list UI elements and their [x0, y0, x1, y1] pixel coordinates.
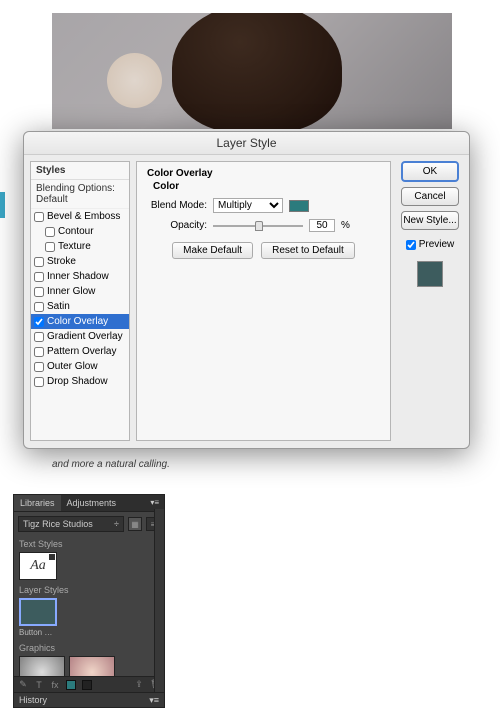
cloud-icon[interactable]: ✎ — [18, 679, 28, 690]
layer-style-dialog: Layer Style Styles Blending Options: Def… — [23, 131, 470, 449]
style-label: Stroke — [47, 256, 76, 267]
style-item-color-overlay[interactable]: Color Overlay — [31, 314, 129, 329]
style-label: Inner Glow — [47, 286, 95, 297]
ok-button[interactable]: OK — [401, 161, 459, 182]
style-checkbox[interactable] — [34, 317, 44, 327]
style-checkbox[interactable] — [34, 347, 44, 357]
style-checkbox[interactable] — [34, 302, 44, 312]
accent-bar — [0, 192, 5, 218]
libraries-panel: Libraries Adjustments ▾≡ Tigz Rice Studi… — [13, 494, 165, 708]
graphics-title: Graphics — [14, 640, 164, 656]
reset-default-button[interactable]: Reset to Default — [261, 242, 355, 259]
panel-scrollbar[interactable] — [154, 509, 164, 692]
library-select[interactable]: Tigz Rice Studios÷ — [18, 516, 124, 532]
libraries-toolbar: ✎ T fx ⇪ 🗑 — [14, 676, 164, 692]
opacity-label: Opacity: — [147, 220, 207, 231]
type-icon[interactable]: T — [34, 680, 44, 690]
overlay-color-swatch[interactable] — [289, 200, 309, 212]
styles-header[interactable]: Styles — [31, 162, 129, 180]
make-default-button[interactable]: Make Default — [172, 242, 253, 259]
style-checkbox[interactable] — [34, 212, 44, 222]
preview-checkbox[interactable] — [406, 240, 416, 250]
fx-icon[interactable]: fx — [50, 680, 60, 690]
style-item-texture[interactable]: Texture — [31, 239, 129, 254]
style-item-inner-shadow[interactable]: Inner Shadow — [31, 269, 129, 284]
fg-color-swatch[interactable] — [66, 680, 76, 690]
style-checkbox[interactable] — [34, 362, 44, 372]
blend-mode-select[interactable]: Multiply — [213, 198, 283, 213]
blend-mode-label: Blend Mode: — [147, 200, 207, 211]
style-label: Gradient Overlay — [47, 331, 123, 342]
upload-icon[interactable]: ⇪ — [134, 679, 144, 690]
layer-styles-title: Layer Styles — [14, 582, 164, 598]
style-label: Outer Glow — [47, 361, 98, 372]
new-style-button[interactable]: New Style... — [401, 211, 459, 230]
history-tab[interactable]: History — [19, 695, 47, 705]
style-item-pattern-overlay[interactable]: Pattern Overlay — [31, 344, 129, 359]
style-item-inner-glow[interactable]: Inner Glow — [31, 284, 129, 299]
style-item-outer-glow[interactable]: Outer Glow — [31, 359, 129, 374]
background-photo — [52, 13, 452, 129]
style-checkbox[interactable] — [45, 227, 55, 237]
style-checkbox[interactable] — [34, 272, 44, 282]
style-label: Contour — [58, 226, 94, 237]
tab-libraries[interactable]: Libraries — [14, 495, 61, 511]
style-item-drop-shadow[interactable]: Drop Shadow — [31, 374, 129, 389]
style-label: Pattern Overlay — [47, 346, 116, 357]
style-item-contour[interactable]: Contour — [31, 224, 129, 239]
style-checkbox[interactable] — [34, 332, 44, 342]
style-item-satin[interactable]: Satin — [31, 299, 129, 314]
text-style-thumb[interactable]: Aa — [19, 552, 57, 580]
style-checkbox[interactable] — [34, 377, 44, 387]
caption-text: and more a natural calling. — [52, 459, 500, 470]
style-label: Drop Shadow — [47, 376, 108, 387]
style-item-stroke[interactable]: Stroke — [31, 254, 129, 269]
text-styles-title: Text Styles — [14, 536, 164, 552]
opacity-input[interactable] — [309, 219, 335, 232]
style-label: Satin — [47, 301, 70, 312]
style-label: Inner Shadow — [47, 271, 109, 282]
bg-color-swatch[interactable] — [82, 680, 92, 690]
layer-style-caption: Button St... — [19, 628, 57, 637]
style-label: Color Overlay — [47, 316, 108, 327]
dialog-title: Layer Style — [24, 132, 469, 155]
options-panel: Color Overlay Color Blend Mode: Multiply… — [136, 161, 391, 441]
style-label: Bevel & Emboss — [47, 211, 120, 222]
sub-title: Color — [153, 181, 380, 192]
group-title: Color Overlay — [147, 168, 380, 179]
history-menu-icon[interactable]: ▾≡ — [149, 695, 159, 705]
preview-checkbox-row[interactable]: Preview — [406, 239, 455, 250]
style-label: Texture — [58, 241, 91, 252]
style-checkbox[interactable] — [45, 242, 55, 252]
opacity-slider[interactable] — [213, 220, 303, 232]
style-checkbox[interactable] — [34, 257, 44, 267]
layer-style-thumb[interactable] — [19, 598, 57, 626]
blending-options[interactable]: Blending Options: Default — [31, 180, 129, 209]
tab-adjustments[interactable]: Adjustments — [61, 495, 123, 511]
preview-swatch — [417, 261, 443, 287]
style-item-bevel-emboss[interactable]: Bevel & Emboss — [31, 209, 129, 224]
dialog-buttons-panel: OK Cancel New Style... Preview — [397, 161, 463, 441]
grid-view-icon[interactable]: ▦ — [128, 517, 142, 531]
styles-list-panel: Styles Blending Options: Default Bevel &… — [30, 161, 130, 441]
opacity-unit: % — [341, 220, 350, 231]
preview-label: Preview — [419, 239, 455, 250]
cancel-button[interactable]: Cancel — [401, 187, 459, 206]
style-item-gradient-overlay[interactable]: Gradient Overlay — [31, 329, 129, 344]
style-checkbox[interactable] — [34, 287, 44, 297]
